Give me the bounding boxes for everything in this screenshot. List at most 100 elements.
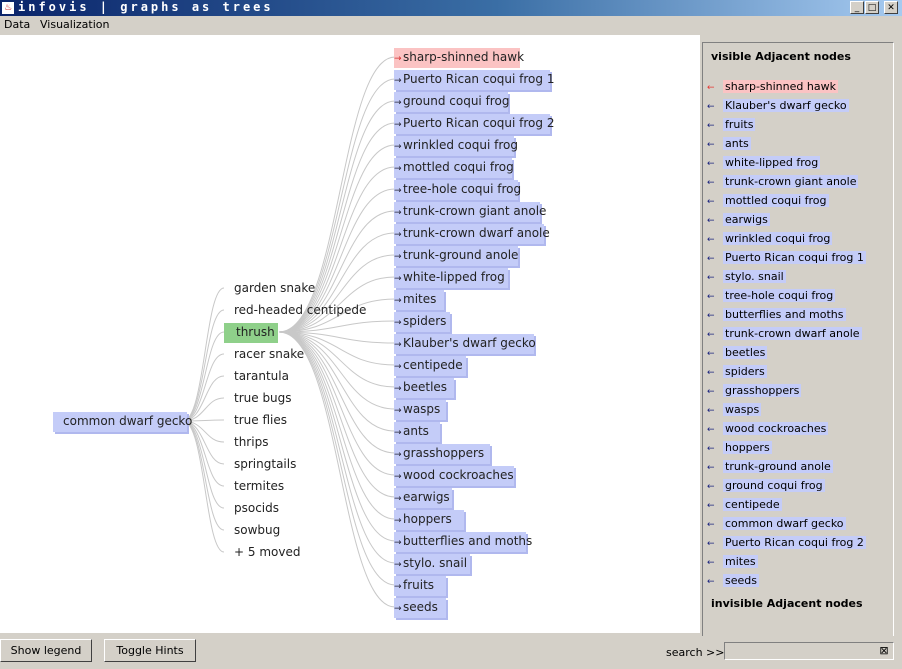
- adjacent-node-label: spiders: [723, 365, 767, 378]
- adjacent-node-label: earwigs: [723, 213, 770, 226]
- level2-node[interactable]: →wasps: [394, 400, 446, 420]
- adjacent-node-item[interactable]: ← fruits: [707, 117, 756, 132]
- adjacent-node-item[interactable]: ← ground coqui frog: [707, 478, 825, 493]
- adjacent-node-item[interactable]: ← trunk-crown giant anole: [707, 174, 859, 189]
- arrow-left-icon: →: [394, 472, 402, 482]
- adjacent-node-label: centipede: [723, 498, 782, 511]
- level1-node[interactable]: racer snake: [230, 345, 304, 365]
- level2-node[interactable]: →trunk-crown giant anole: [394, 202, 546, 222]
- level2-node-label: earwigs: [403, 490, 450, 504]
- level2-node[interactable]: →trunk-ground anole: [394, 246, 518, 266]
- adjacent-node-item[interactable]: ← beetles: [707, 345, 768, 360]
- level2-node[interactable]: →centipede: [394, 356, 466, 376]
- adjacent-node-item[interactable]: ← trunk-ground anole: [707, 459, 833, 474]
- adjacent-node-item[interactable]: ← mites: [707, 554, 758, 569]
- level1-node[interactable]: psocids: [230, 499, 279, 519]
- level2-node[interactable]: →ground coqui frog: [394, 92, 510, 112]
- adjacent-node-item[interactable]: ← wasps: [707, 402, 762, 417]
- adjacent-node-item[interactable]: ← hoppers: [707, 440, 772, 455]
- maximize-button[interactable]: □: [865, 1, 879, 14]
- level2-node-label: ground coqui frog: [403, 94, 510, 108]
- adjacent-node-item[interactable]: ← butterflies and moths: [707, 307, 846, 322]
- level2-node[interactable]: →fruits: [394, 576, 446, 596]
- level1-node-label: garden snake: [234, 281, 316, 295]
- menu-data[interactable]: Data: [4, 18, 30, 31]
- level2-node[interactable]: →trunk-crown dwarf anole: [394, 224, 550, 244]
- level1-node[interactable]: thrush: [224, 323, 278, 343]
- adjacent-node-item[interactable]: ← wood cockroaches: [707, 421, 829, 436]
- level2-node[interactable]: →Klauber's dwarf gecko: [394, 334, 536, 354]
- adjacent-node-item[interactable]: ← common dwarf gecko: [707, 516, 846, 531]
- level2-node[interactable]: →spiders: [394, 312, 450, 332]
- arrow-left-icon: →: [394, 516, 402, 526]
- level2-node-label: wrinkled coqui frog: [403, 138, 518, 152]
- adjacent-node-item[interactable]: ← Puerto Rican coqui frog 1: [707, 250, 866, 265]
- level2-node[interactable]: →Puerto Rican coqui frog 2: [394, 114, 554, 134]
- level2-node[interactable]: →hoppers: [394, 510, 464, 530]
- adjacent-node-item[interactable]: ← mottled coqui frog: [707, 193, 829, 208]
- clear-search-button[interactable]: ⊠: [878, 645, 890, 657]
- adjacent-node-item[interactable]: ← grasshoppers: [707, 383, 802, 398]
- level1-node[interactable]: + 5 moved: [230, 543, 300, 563]
- toggle-hints-button[interactable]: Toggle Hints: [104, 639, 196, 662]
- level2-node[interactable]: →white-lipped frog: [394, 268, 508, 288]
- minimize-button[interactable]: _: [850, 1, 864, 14]
- adjacent-node-item[interactable]: ← ants: [707, 136, 751, 151]
- level2-node-label: Puerto Rican coqui frog 1: [403, 72, 555, 86]
- level1-node[interactable]: thrips: [230, 433, 268, 453]
- level2-node[interactable]: →wrinkled coqui frog: [394, 136, 518, 156]
- level1-node[interactable]: tarantula: [230, 367, 289, 387]
- arrow-left-icon: →: [394, 604, 402, 614]
- level1-node[interactable]: red-headed centipede: [230, 301, 366, 321]
- adjacent-node-item[interactable]: ← Puerto Rican coqui frog 2: [707, 535, 866, 550]
- level1-node-label: termites: [234, 479, 285, 493]
- level1-node-label: thrush: [236, 325, 275, 339]
- adjacent-node-item[interactable]: ← centipede: [707, 497, 782, 512]
- level2-node[interactable]: →seeds: [394, 598, 446, 618]
- level2-node-label: trunk-crown giant anole: [403, 204, 547, 218]
- level2-node[interactable]: →earwigs: [394, 488, 452, 508]
- adjacent-node-item[interactable]: ← sharp-shinned hawk: [707, 79, 838, 94]
- level2-node[interactable]: →sharp-shinned hawk: [394, 48, 524, 68]
- level2-node[interactable]: →grasshoppers: [394, 444, 490, 464]
- level2-node[interactable]: →stylo. snail: [394, 554, 470, 574]
- level2-node[interactable]: →tree-hole coqui frog: [394, 180, 521, 200]
- level2-node[interactable]: →ants: [394, 422, 440, 442]
- level2-node[interactable]: →Puerto Rican coqui frog 1: [394, 70, 554, 90]
- adjacent-node-item[interactable]: ← tree-hole coqui frog: [707, 288, 836, 303]
- level2-node[interactable]: →beetles: [394, 378, 454, 398]
- window-title: infovis | graphs as trees: [18, 0, 274, 14]
- level1-node-label: true flies: [234, 413, 287, 427]
- adjacent-node-item[interactable]: ← wrinkled coqui frog: [707, 231, 833, 246]
- close-button[interactable]: ✕: [884, 1, 898, 14]
- level2-node[interactable]: →wood cockroaches: [394, 466, 514, 486]
- level1-node[interactable]: termites: [230, 477, 284, 497]
- level2-node[interactable]: →mites: [394, 290, 444, 310]
- graph-canvas[interactable]: common dwarf gecko garden snake red-heade…: [0, 35, 700, 633]
- adjacent-node-item[interactable]: ← stylo. snail: [707, 269, 786, 284]
- level2-node[interactable]: →butterflies and moths: [394, 532, 532, 552]
- adjacent-node-item[interactable]: ← white-lipped frog: [707, 155, 821, 170]
- edge-layer: [182, 56, 396, 608]
- level1-node[interactable]: springtails: [230, 455, 296, 475]
- menu-visualization[interactable]: Visualization: [40, 18, 109, 31]
- level1-node[interactable]: sowbug: [230, 521, 280, 541]
- arrow-left-icon: →: [394, 362, 402, 372]
- show-legend-button[interactable]: Show legend: [0, 639, 92, 662]
- arrow-left-icon: →: [394, 428, 402, 438]
- arrow-left-icon: →: [394, 98, 402, 108]
- arrow-left-icon: ←: [707, 216, 715, 226]
- level1-node[interactable]: true bugs: [230, 389, 292, 409]
- adjacent-node-item[interactable]: ← Klauber's dwarf gecko: [707, 98, 849, 113]
- level1-node[interactable]: garden snake: [230, 279, 315, 299]
- root-node[interactable]: common dwarf gecko: [53, 412, 192, 432]
- search-input[interactable]: [724, 642, 894, 660]
- level1-node[interactable]: true flies: [230, 411, 287, 431]
- level2-node[interactable]: →mottled coqui frog: [394, 158, 514, 178]
- adjacent-node-item[interactable]: ← earwigs: [707, 212, 770, 227]
- adjacent-node-item[interactable]: ← trunk-crown dwarf anole: [707, 326, 862, 341]
- adjacent-node-item[interactable]: ← seeds: [707, 573, 759, 588]
- level2-node-label: white-lipped frog: [403, 270, 505, 284]
- adjacent-node-item[interactable]: ← spiders: [707, 364, 767, 379]
- arrow-left-icon: ←: [707, 558, 715, 568]
